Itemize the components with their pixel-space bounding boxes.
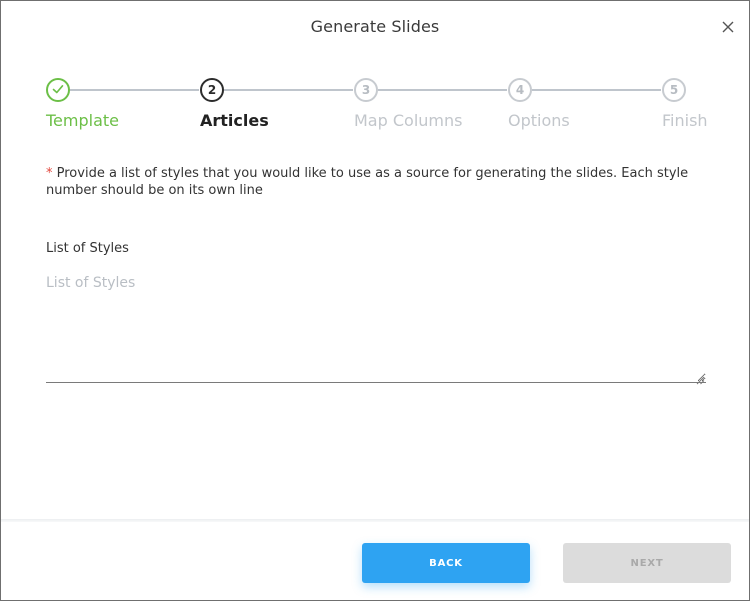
required-marker: * [46, 166, 53, 181]
back-button[interactable]: BACK [362, 543, 530, 583]
instructions-body: Provide a list of styles that you would … [46, 166, 689, 198]
instructions-text: * Provide a list of styles that you woul… [46, 165, 706, 199]
generate-slides-dialog: Generate Slides Template 2 Articles 3 Ma… [0, 0, 750, 601]
step-connector [532, 89, 661, 91]
step-5-label: Finish [662, 111, 708, 130]
step-connector [224, 89, 353, 91]
step-3-label: Map Columns [354, 111, 463, 130]
wizard-stepper: Template 2 Articles 3 Map Columns 4 Opti… [1, 1, 749, 141]
resize-grip-icon[interactable] [695, 372, 705, 385]
step-connector [378, 89, 507, 91]
step-1-label[interactable]: Template [46, 111, 119, 130]
styles-field-label: List of Styles [46, 241, 129, 256]
step-5-circle: 5 [662, 78, 686, 102]
step-4-label: Options [508, 111, 570, 130]
step-connector [70, 89, 199, 91]
styles-list-input[interactable] [46, 271, 706, 383]
footer-divider [1, 519, 749, 522]
step-2-label[interactable]: Articles [200, 111, 269, 130]
check-icon [51, 82, 65, 99]
step-3-circle: 3 [354, 78, 378, 102]
step-1-circle[interactable] [46, 78, 70, 102]
next-button[interactable]: NEXT [563, 543, 731, 583]
step-4-circle: 4 [508, 78, 532, 102]
step-2-circle[interactable]: 2 [200, 78, 224, 102]
